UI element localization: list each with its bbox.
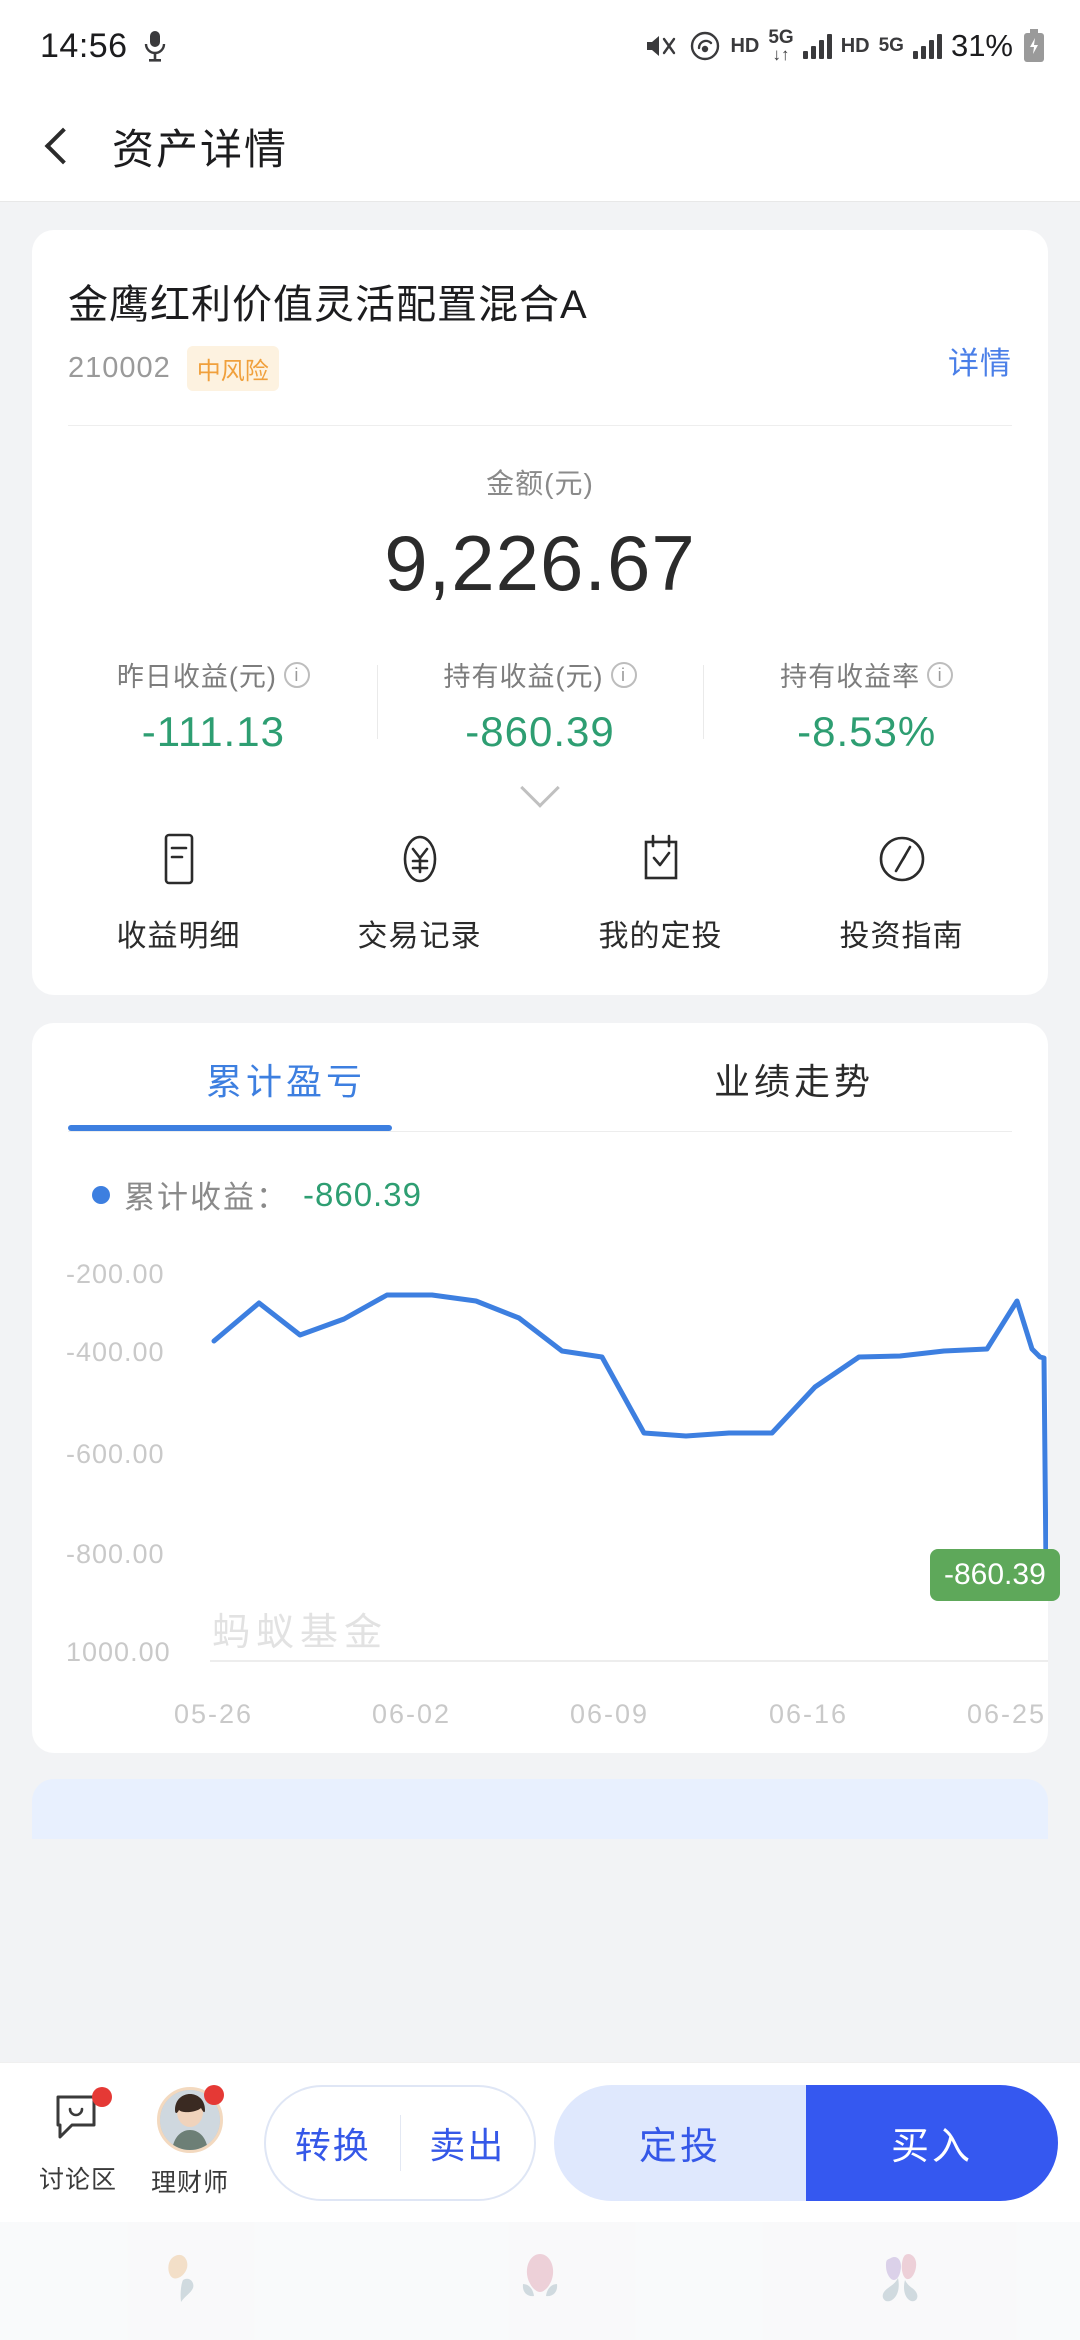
quick-action-label: 收益明细 — [116, 920, 241, 953]
mute-icon — [644, 31, 680, 61]
chart-tooltip: -860.39 — [930, 1549, 1060, 1601]
flower-tulip-icon[interactable] — [865, 2244, 935, 2319]
document-icon — [154, 832, 204, 891]
quick-action-guide[interactable]: 投资指南 — [781, 832, 1022, 955]
bottom-icon-discussion[interactable]: 讨论区 — [22, 2087, 134, 2196]
gesture-nav-bar — [0, 2222, 1080, 2340]
status-time: 14:56 — [40, 26, 128, 65]
x-tick-4: 06-16 — [769, 1699, 849, 1729]
battery-percent: 31% — [950, 28, 1013, 63]
signal-bars-icon-2 — [912, 33, 942, 59]
quick-actions-row: 收益明细 交易记录 我的定投 投资指南 — [32, 832, 1048, 995]
notification-badge — [92, 2087, 112, 2107]
quick-action-label: 我的定投 — [598, 920, 723, 953]
metric-yesterday-profit[interactable]: 昨日收益(元) i -111.13 — [50, 655, 377, 756]
bottom-icon-advisor[interactable]: 理财师 — [134, 2084, 246, 2199]
tab-cumulative-pl[interactable]: 累计盈亏 — [32, 1053, 540, 1131]
x-tick-5: 06-25 — [967, 1699, 1047, 1729]
chart-line — [211, 1292, 1048, 1569]
chart-card: 累计盈亏 业绩走势 累计收益： -860.39 -200.00 -400.00 … — [32, 1023, 1060, 1753]
battery-charging-icon — [1022, 29, 1046, 63]
phone-screen: 14:56 HD 5G ↓↑ HD 5G 31% 资产详情 金鹰红利价值灵活配置… — [0, 0, 1080, 2340]
fund-detail-link[interactable]: 详情 — [948, 338, 1012, 383]
fund-subrow: 210002 中风险 详情 — [32, 330, 1048, 391]
nav-bar: 资产详情 — [0, 92, 1080, 202]
page-title: 资产详情 — [112, 126, 289, 173]
yen-oval-icon — [395, 832, 445, 891]
quick-action-label: 交易记录 — [357, 920, 482, 953]
flower-orange-icon[interactable] — [145, 2244, 215, 2319]
signal-bars-icon-1 — [802, 33, 832, 59]
chart-legend: 累计收益： -860.39 — [32, 1132, 1048, 1217]
quick-action-profit-detail[interactable]: 收益明细 — [58, 832, 299, 955]
notification-badge — [204, 2084, 224, 2105]
status-bar-right: HD 5G ↓↑ HD 5G 31% — [644, 28, 1046, 64]
hotspot-icon — [689, 30, 721, 62]
buy-button[interactable]: 买入 — [806, 2084, 1058, 2201]
fund-name: 金鹰红利价值灵活配置混合A — [68, 283, 588, 327]
x-tick-1: 05-26 — [174, 1699, 254, 1729]
metric-value: -111.13 — [141, 708, 285, 755]
metric-label-text: 持有收益率 — [780, 662, 921, 692]
next-card-peek[interactable] — [32, 1779, 1048, 1839]
chart-svg — [210, 1292, 1048, 1662]
tab-active-underline — [68, 1125, 392, 1131]
metrics-row: 昨日收益(元) i -111.13 持有收益(元) i -860.39 持有收益… — [32, 655, 1048, 756]
network-label-2: 5G — [878, 34, 904, 56]
info-icon[interactable]: i — [610, 661, 637, 688]
metric-value: -860.39 — [465, 708, 615, 755]
plan-button[interactable]: 定投 — [554, 2084, 806, 2201]
bottom-action-bar: 讨论区 理财师 转换 卖出 定投 买入 — [0, 2062, 1080, 2222]
expand-toggle[interactable] — [32, 768, 1048, 808]
network-arrows-icon: ↓↑ — [772, 44, 790, 64]
metric-holding-profit[interactable]: 持有收益(元) i -860.39 — [376, 655, 704, 756]
x-tick-3: 06-09 — [570, 1699, 650, 1729]
compass-icon — [877, 832, 927, 891]
quick-action-label: 投资指南 — [839, 920, 964, 953]
plan-buy-group: 定投 买入 — [554, 2084, 1058, 2201]
risk-badge: 中风险 — [186, 346, 279, 391]
info-icon[interactable]: i — [927, 661, 954, 688]
hd-icon-1: HD — [730, 34, 760, 57]
metric-label: 持有收益率 i — [703, 655, 1030, 694]
card-divider — [68, 425, 1012, 426]
tab-performance-trend[interactable]: 业绩走势 — [540, 1053, 1048, 1131]
fund-code: 210002 — [68, 352, 171, 384]
fund-summary-card: 金鹰红利价值灵活配置混合A 210002 中风险 详情 金额(元) 9,226.… — [32, 230, 1048, 995]
metric-label: 昨日收益(元) i — [50, 655, 377, 694]
x-tick-2: 06-02 — [372, 1699, 452, 1729]
legend-value: -860.39 — [303, 1175, 422, 1213]
sell-button[interactable]: 卖出 — [401, 2117, 535, 2169]
metric-label-text: 昨日收益(元) — [116, 662, 277, 692]
metric-value: -8.53% — [797, 708, 937, 755]
status-bar-left: 14:56 — [40, 27, 168, 66]
quick-action-transactions[interactable]: 交易记录 — [299, 832, 540, 955]
chart-watermark: 蚂蚁基金 — [212, 1612, 389, 1654]
info-icon[interactable]: i — [283, 661, 310, 688]
flower-pink-icon[interactable] — [505, 2244, 575, 2319]
line-chart-plot[interactable]: -200.00 -400.00 -600.00 -800.00 1000.00 … — [32, 1259, 1060, 1731]
microphone-icon — [142, 29, 168, 63]
legend-label: 累计收益： — [124, 1180, 289, 1215]
amount-label: 金额(元) — [486, 468, 594, 499]
quick-action-my-plan[interactable]: 我的定投 — [540, 832, 781, 955]
amount-value: 9,226.67 — [384, 519, 696, 607]
bottom-icon-label: 理财师 — [150, 2168, 229, 2197]
calendar-check-icon — [636, 832, 686, 891]
metric-label: 持有收益(元) i — [377, 655, 704, 694]
bottom-icon-label: 讨论区 — [38, 2166, 117, 2194]
back-chevron-icon[interactable] — [36, 125, 80, 169]
legend-dot-icon — [92, 1185, 110, 1204]
convert-sell-group: 转换 卖出 — [264, 2084, 536, 2201]
metric-label-text: 持有收益(元) — [443, 662, 604, 692]
metric-holding-rate[interactable]: 持有收益率 i -8.53% — [703, 655, 1030, 756]
convert-button[interactable]: 转换 — [266, 2117, 400, 2169]
network-5g-1: 5G ↓↑ — [768, 28, 793, 64]
network-5g-2: 5G — [878, 34, 904, 56]
status-bar: 14:56 HD 5G ↓↑ HD 5G 31% — [0, 0, 1080, 92]
hd-icon-2: HD — [840, 34, 870, 57]
chart-tabs: 累计盈亏 业绩走势 — [32, 1023, 1048, 1131]
chevron-down-icon — [520, 768, 560, 808]
